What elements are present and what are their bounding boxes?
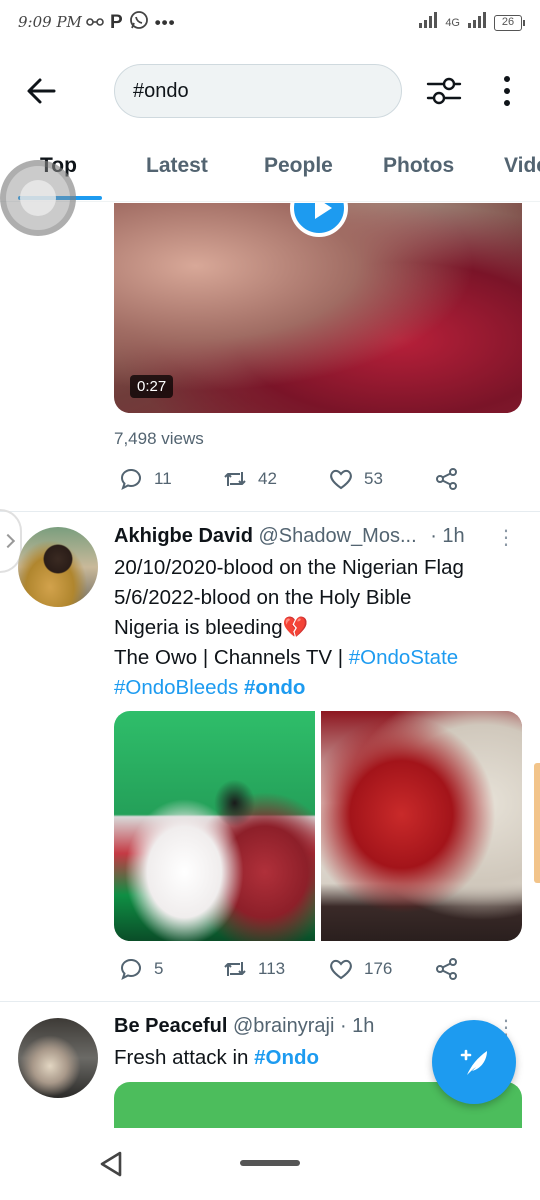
share-button[interactable]	[434, 466, 460, 492]
video-duration: 0:27	[130, 375, 174, 398]
reply-icon	[120, 468, 141, 490]
like-button[interactable]: 176	[328, 956, 392, 982]
network-type: 4G	[445, 16, 460, 29]
filter-icon	[426, 77, 462, 105]
hashtag-link[interactable]: #OndoBleeds	[114, 676, 238, 699]
status-notification-icons: P •••	[86, 10, 176, 35]
back-arrow-icon	[27, 78, 56, 104]
share-icon	[436, 958, 457, 980]
reply-icon	[120, 958, 141, 980]
tweet-actions: 11 42 53	[114, 466, 534, 496]
tab-latest[interactable]: Latest	[146, 154, 208, 178]
search-header: #ondo	[0, 58, 540, 124]
retweet-icon	[224, 962, 246, 976]
reply-button[interactable]: 11	[118, 466, 172, 492]
compose-tweet-button[interactable]	[432, 1020, 516, 1104]
tab-photos[interactable]: Photos	[383, 154, 454, 178]
tweet-text: 20/10/2020-blood on the Nigerian Flag 5/…	[114, 556, 464, 699]
battery-icon: 26	[494, 14, 525, 31]
tweet-feed[interactable]: 0:27 7,498 views 11 42 53 Akhigbe David …	[0, 203, 540, 1128]
search-input[interactable]: #ondo	[114, 64, 402, 118]
author-handle[interactable]: @brainyraji	[233, 1015, 334, 1037]
tweet-image-bible[interactable]	[321, 711, 522, 941]
avatar[interactable]	[18, 527, 98, 607]
more-vert-icon	[504, 76, 510, 82]
status-bar: 9:09 PM P ••• 4G 26	[0, 0, 540, 46]
signal-icon-2	[468, 12, 486, 33]
retweet-icon	[224, 472, 246, 486]
tweet-media-grid	[114, 711, 522, 941]
tweet-actions: 5 113 176	[114, 956, 534, 986]
reply-count: 11	[154, 469, 172, 488]
author-handle[interactable]: @Shadow_Mos...	[258, 525, 416, 547]
author-name[interactable]: Akhigbe David	[114, 525, 253, 547]
hashtag-link[interactable]: #Ondo	[254, 1046, 319, 1069]
tweet-divider	[0, 511, 540, 512]
tweet-time: · 1h	[430, 525, 465, 547]
more-options-button[interactable]	[496, 72, 518, 110]
system-back-button[interactable]	[98, 1150, 124, 1178]
back-button[interactable]	[22, 74, 62, 108]
video-views: 7,498 views	[114, 429, 204, 448]
author-name[interactable]: Be Peaceful	[114, 1015, 227, 1037]
retweet-button[interactable]: 113	[222, 956, 285, 982]
tweet-image-flag[interactable]	[114, 711, 315, 941]
headset-icon	[86, 13, 104, 33]
reply-count: 5	[154, 959, 164, 978]
retweet-count: 113	[258, 959, 286, 978]
like-button[interactable]: 53	[328, 466, 383, 492]
system-home-pill[interactable]	[240, 1160, 300, 1166]
hashtag-link[interactable]: #OndoState	[349, 646, 458, 669]
more-dots-icon: •••	[154, 12, 176, 32]
heart-icon	[330, 469, 352, 490]
tab-videos[interactable]: Videos	[504, 154, 540, 178]
system-nav-bar	[0, 1128, 540, 1200]
heart-icon	[330, 959, 352, 980]
tweet-header: Akhigbe David @Shadow_Mos... · 1h ⋮	[114, 525, 524, 550]
like-count: 176	[364, 959, 393, 978]
tweet-divider	[0, 1001, 540, 1002]
scroll-edge-indicator	[534, 763, 540, 883]
reply-button[interactable]: 5	[118, 956, 163, 982]
search-tabs: Top Latest People Photos Videos	[0, 140, 540, 202]
like-count: 53	[364, 469, 383, 488]
hashtag-link[interactable]: #ondo	[244, 676, 306, 699]
share-icon	[436, 468, 457, 490]
share-button[interactable]	[434, 956, 460, 982]
compose-feather-icon	[460, 1049, 487, 1075]
status-time: 9:09 PM	[18, 13, 82, 31]
retweet-count: 42	[258, 469, 277, 488]
tweet-menu-icon[interactable]: ⋮	[496, 525, 516, 550]
tweet-time: · 1h	[339, 1015, 375, 1037]
avatar[interactable]	[18, 1018, 98, 1098]
search-filter-button[interactable]	[424, 73, 464, 109]
search-query: #ondo	[133, 79, 189, 102]
whatsapp-icon	[129, 10, 149, 35]
p-icon: P	[110, 11, 123, 33]
retweet-button[interactable]: 42	[222, 466, 277, 492]
tab-people[interactable]: People	[264, 154, 333, 178]
signal-icon	[419, 12, 438, 33]
triangle-back-icon	[100, 1151, 122, 1177]
